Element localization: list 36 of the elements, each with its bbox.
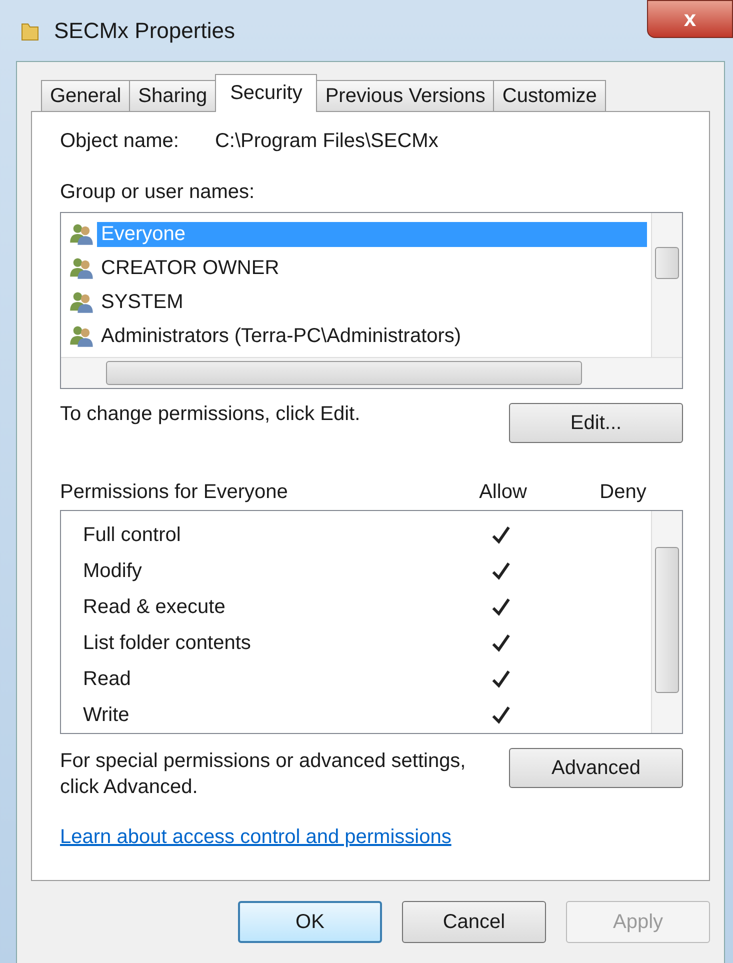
- dialog-button[interactable]: OK: [238, 901, 382, 943]
- permission-name: Modify: [83, 560, 143, 582]
- permission-name: Full control: [83, 524, 182, 546]
- tab[interactable]: Previous Versions: [316, 80, 494, 112]
- permissions-label: Permissions for Everyone: [60, 481, 289, 504]
- user-list-item[interactable]: CREATOR OWNER: [97, 256, 647, 280]
- dialog-button[interactable]: Cancel: [402, 901, 546, 943]
- allow-header: Allow: [478, 481, 528, 504]
- object-name-value: C:\Program Files\SECMx: [214, 130, 438, 153]
- object-name-label: Object name:: [60, 130, 179, 153]
- permission-name: Write: [83, 704, 130, 726]
- users-icon: [69, 290, 95, 314]
- users-icon: [69, 324, 95, 348]
- edit-button[interactable]: Edit...: [509, 403, 683, 443]
- advanced-button[interactable]: Advanced: [509, 748, 683, 788]
- change-permissions-hint: To change permissions, click Edit.: [60, 403, 360, 426]
- users-icon: [69, 222, 95, 246]
- tab[interactable]: Sharing: [129, 80, 216, 112]
- permission-name: List folder contents: [83, 632, 252, 654]
- vertical-scrollbar[interactable]: [651, 213, 682, 357]
- learn-more-link[interactable]: Learn about access control and permissions: [60, 826, 452, 849]
- deny-header: Deny: [598, 481, 648, 504]
- horizontal-scrollbar[interactable]: [61, 357, 682, 388]
- vertical-scrollbar[interactable]: [651, 511, 682, 733]
- special-permissions-hint: For special permissions or advanced settings, click Advanced.: [60, 749, 467, 800]
- tab[interactable]: Security: [215, 74, 318, 112]
- tab[interactable]: General: [41, 80, 130, 112]
- close-button[interactable]: x: [647, 0, 733, 38]
- user-list-item[interactable]: Administrators (Terra-PC\Administrators): [97, 324, 647, 348]
- users-icon: [69, 256, 95, 280]
- permission-name: Read: [83, 668, 132, 690]
- tab[interactable]: Customize: [493, 80, 606, 112]
- group-list-label: Group or user names:: [60, 181, 256, 204]
- user-list-item[interactable]: SYSTEM: [97, 290, 647, 314]
- permission-name: Read & execute: [83, 596, 226, 618]
- window-title: SECMx Properties: [54, 18, 235, 44]
